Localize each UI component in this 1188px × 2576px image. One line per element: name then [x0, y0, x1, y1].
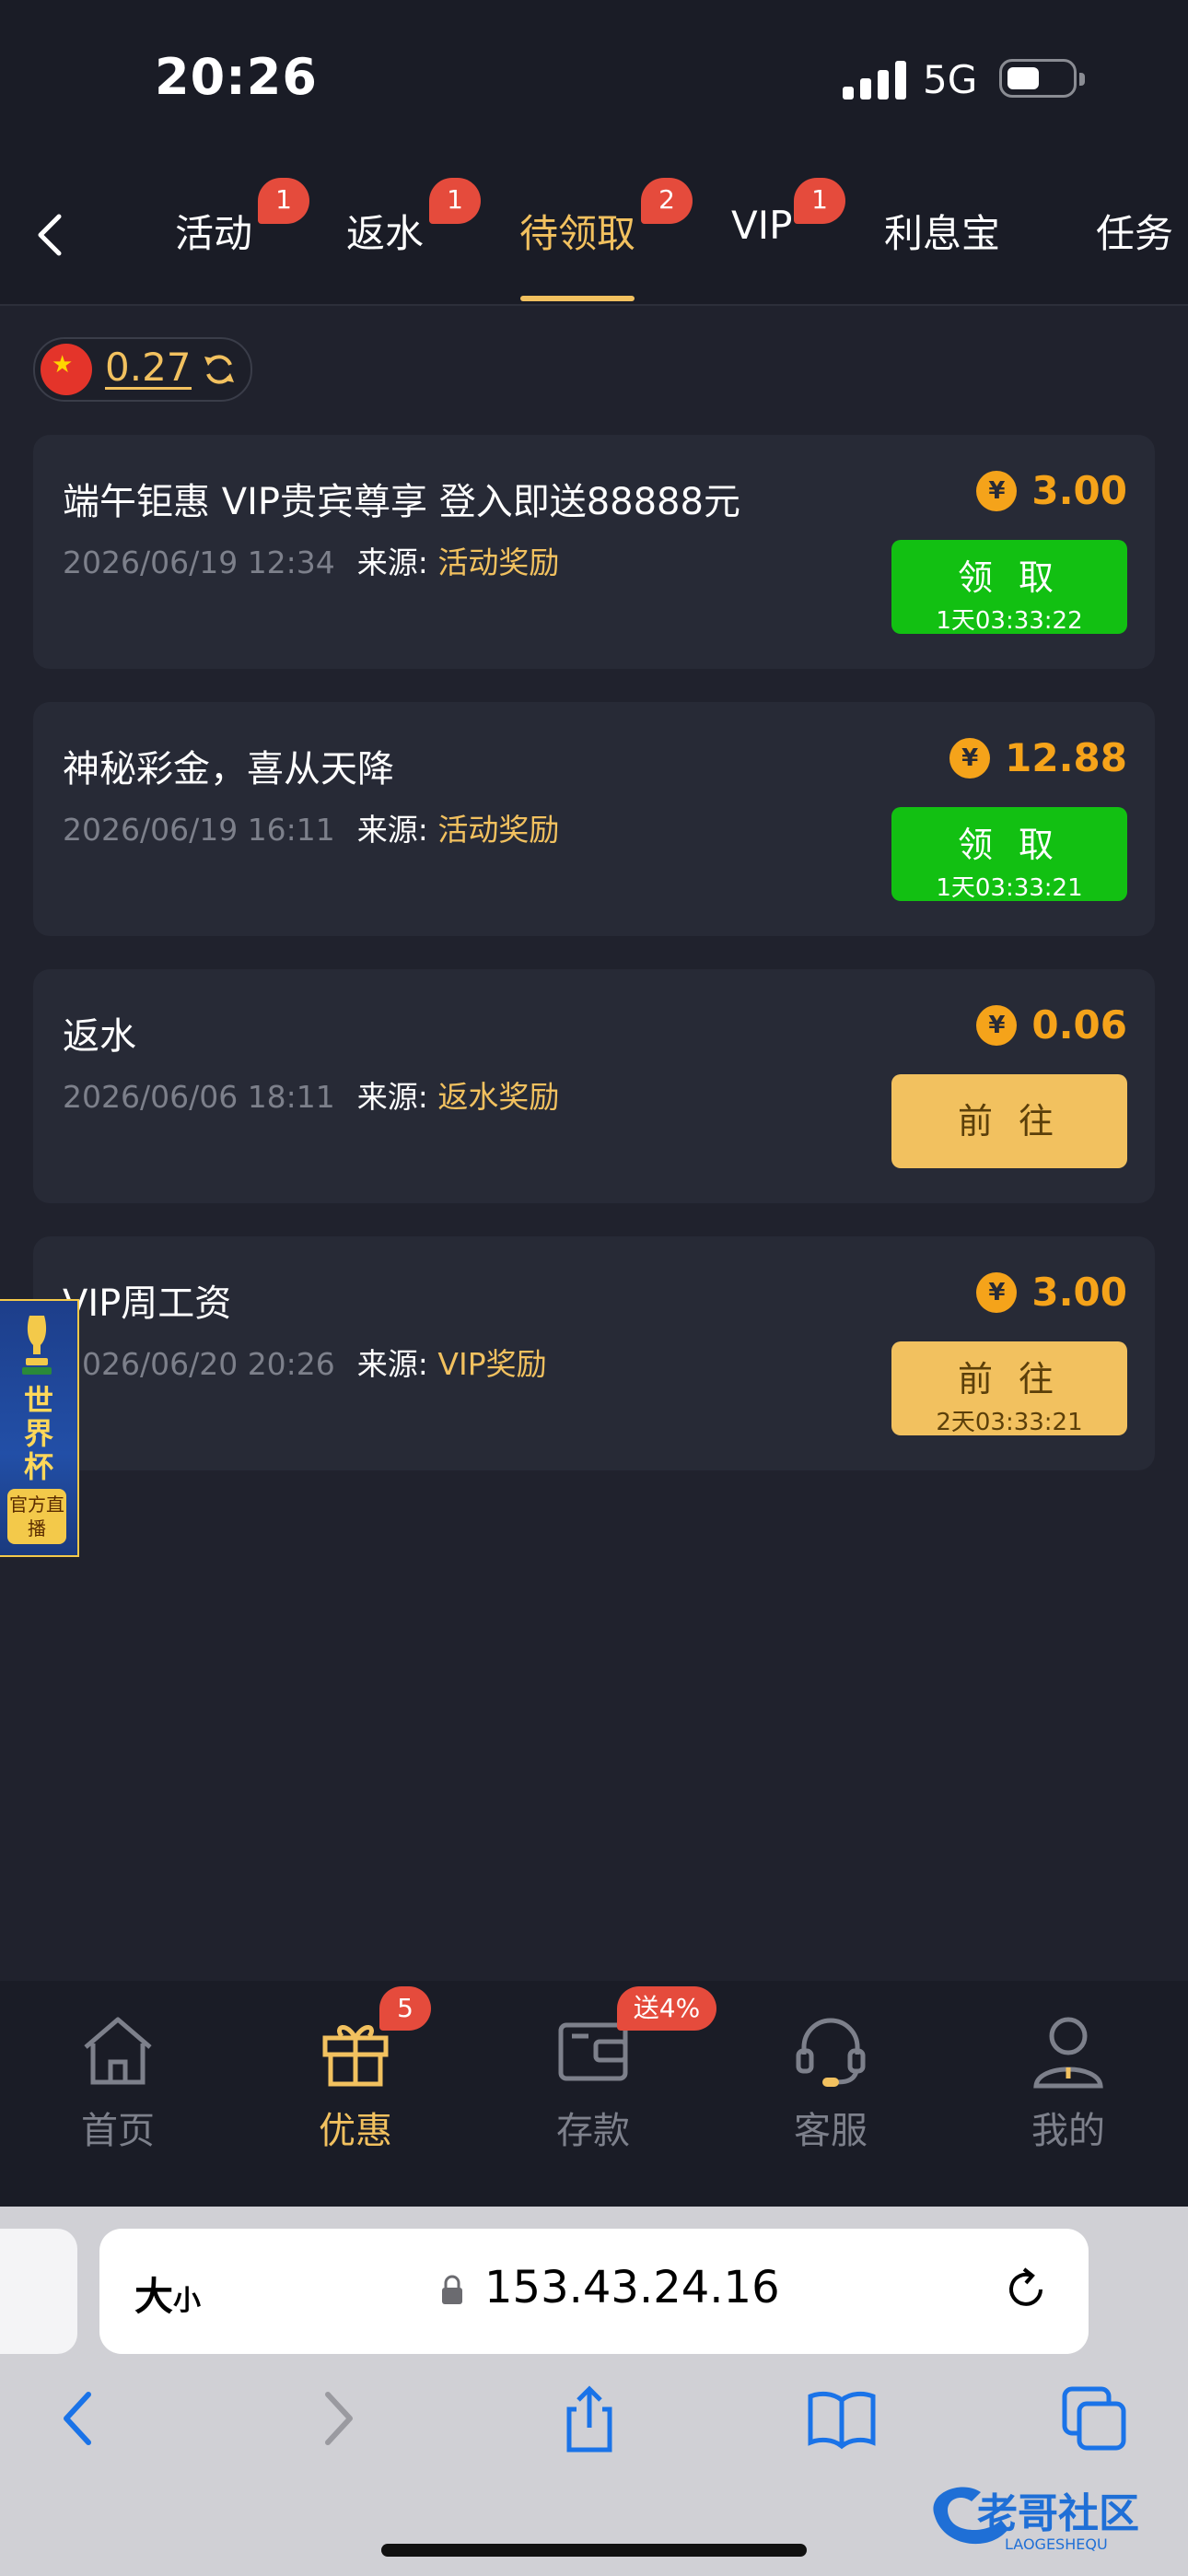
tab-rebate-badge: 1	[429, 178, 481, 224]
reward-title: 返水	[63, 1015, 136, 1058]
reward-source-label: 来源:	[356, 1079, 428, 1115]
deposit-bonus-badge: 送4%	[617, 1986, 716, 2031]
status-bar: 20:26 5G	[0, 0, 1188, 152]
lock-icon	[442, 2275, 462, 2304]
reward-amount: ¥12.88	[949, 735, 1127, 780]
reward-title: 端午钜惠 VIP贵宾尊享 登入即送88888元	[63, 481, 740, 523]
tab-activity[interactable]: 活动	[175, 203, 252, 259]
tabs-icon[interactable]	[1057, 2382, 1131, 2455]
cellular-signal-icon	[843, 61, 906, 100]
nav-home[interactable]: 首页	[44, 2008, 192, 2154]
network-type: 5G	[923, 57, 978, 102]
tab-pending[interactable]: 待领取	[519, 203, 635, 259]
reward-amount: ¥0.06	[976, 1002, 1127, 1048]
browser-forward-icon[interactable]	[300, 2382, 374, 2455]
reward-card: 返水 2026/06/06 18:11 来源: 返水奖励 ¥0.06 前 往	[33, 969, 1155, 1203]
address-bar[interactable]: 大小 153.43.24.16	[99, 2229, 1089, 2354]
tab-vip-badge: 1	[794, 178, 845, 224]
text-size-button[interactable]: 大小	[134, 2266, 201, 2322]
reward-title: VIP周工资	[63, 1282, 232, 1325]
home-indicator	[381, 2544, 807, 2557]
world-cup-tag: 官方直播	[7, 1489, 66, 1544]
nav-label: 存款	[556, 2110, 630, 2152]
watermark-logo: 老哥社区 LAOGESHEQU	[933, 2487, 1139, 2553]
nav-profile[interactable]: 我的	[995, 2008, 1142, 2154]
reward-title: 神秘彩金，喜从天降	[63, 748, 394, 790]
tab-rebate[interactable]: 返水	[346, 203, 424, 259]
claim-button[interactable]: 领 取 1天03:33:22	[891, 540, 1127, 635]
browser-back-icon[interactable]	[42, 2382, 116, 2455]
nav-label: 我的	[1031, 2110, 1105, 2152]
bottom-nav: 首页 优惠 5 存款 送4% 客服 我的	[0, 1981, 1188, 2207]
reward-date: 2026/06/19 16:11	[63, 812, 335, 848]
go-button[interactable]: 前 往	[891, 1074, 1127, 1168]
reward-card: 端午钜惠 VIP贵宾尊享 登入即送88888元 2026/06/19 12:34…	[33, 435, 1155, 669]
reward-source-label: 来源:	[356, 1346, 428, 1382]
bookmarks-icon[interactable]	[805, 2382, 879, 2455]
claim-button[interactable]: 领 取 1天03:33:21	[891, 807, 1127, 902]
reward-meta: 2026/06/19 16:11 来源: 活动奖励	[63, 805, 559, 849]
china-flag-icon: ★	[41, 344, 92, 395]
svg-text:LAOGESHEQU: LAOGESHEQU	[1005, 2535, 1108, 2553]
nav-support[interactable]: 客服	[757, 2008, 904, 2154]
tab-pending-badge: 2	[641, 178, 693, 224]
tab-interest[interactable]: 利息宝	[884, 203, 1000, 259]
active-tab-indicator	[520, 296, 635, 301]
trophy-icon	[22, 1316, 52, 1375]
share-icon[interactable]	[553, 2382, 626, 2455]
browser-toolbar: 大小 153.43.24.16 老哥社区 LAOGESHEQU	[0, 2207, 1188, 2576]
reward-meta: 2026/06/20 20:26 来源: VIP奖励	[63, 1340, 547, 1384]
reward-meta: 2026/06/06 18:11 来源: 返水奖励	[63, 1072, 559, 1117]
user-icon	[1033, 2017, 1103, 2089]
countdown: 1天03:33:21	[936, 874, 1083, 902]
coin-icon: ¥	[976, 1272, 1018, 1313]
reward-source: 活动奖励	[437, 812, 560, 848]
reload-icon[interactable]	[1000, 2264, 1052, 2315]
tab-vip[interactable]: VIP	[731, 203, 792, 248]
clock: 20:26	[155, 48, 318, 106]
reward-source-label: 来源:	[356, 812, 428, 848]
reward-source-label: 来源:	[356, 544, 428, 580]
balance-value: 0.27	[105, 345, 192, 390]
nav-label: 首页	[81, 2110, 155, 2152]
svg-text:老哥社区: 老哥社区	[977, 2490, 1139, 2537]
url-text: 153.43.24.16	[484, 2262, 780, 2313]
battery-icon	[999, 59, 1085, 98]
coin-icon: ¥	[976, 1005, 1018, 1046]
balance-chip: ★ 0.27	[33, 337, 252, 402]
refresh-icon[interactable]	[201, 351, 238, 388]
reward-date: 2026/06/20 20:26	[63, 1346, 335, 1382]
nav-label: 优惠	[319, 2110, 392, 2152]
reward-source: VIP奖励	[437, 1346, 547, 1382]
back-chevron-icon[interactable]	[28, 207, 74, 263]
headset-icon	[796, 2018, 866, 2087]
reward-date: 2026/06/19 12:34	[63, 544, 335, 580]
reward-meta: 2026/06/19 12:34 来源: 活动奖励	[63, 538, 559, 582]
coin-icon: ¥	[976, 471, 1018, 511]
reward-date: 2026/06/06 18:11	[63, 1079, 335, 1115]
countdown: 2天03:33:21	[936, 1409, 1083, 1436]
reward-source: 活动奖励	[437, 544, 560, 580]
coin-icon: ¥	[949, 738, 991, 779]
go-button[interactable]: 前 往 2天03:33:21	[891, 1341, 1127, 1436]
nav-label: 客服	[794, 2110, 868, 2152]
previous-tab-preview[interactable]	[0, 2229, 77, 2354]
tab-activity-badge: 1	[258, 178, 309, 224]
reward-card: 神秘彩金，喜从天降 2026/06/19 16:11 来源: 活动奖励 ¥12.8…	[33, 702, 1155, 936]
category-tabbar: 活动 1 返水 1 待领取 2 VIP 1 利息宝 任务	[0, 152, 1188, 306]
world-cup-live-widget[interactable]: 世界杯 官方直播	[0, 1299, 79, 1557]
world-cup-title: 世界杯	[23, 1383, 53, 1484]
reward-source: 返水奖励	[437, 1079, 560, 1115]
home-icon	[84, 2017, 152, 2085]
reward-card: VIP周工资 2026/06/20 20:26 来源: VIP奖励 ¥3.00 前…	[33, 1236, 1155, 1470]
countdown: 1天03:33:22	[936, 607, 1083, 635]
tab-tasks[interactable]: 任务	[1096, 203, 1173, 259]
reward-amount: ¥3.00	[976, 1270, 1127, 1315]
promotions-badge: 5	[379, 1986, 431, 2031]
reward-amount: ¥3.00	[976, 468, 1127, 513]
